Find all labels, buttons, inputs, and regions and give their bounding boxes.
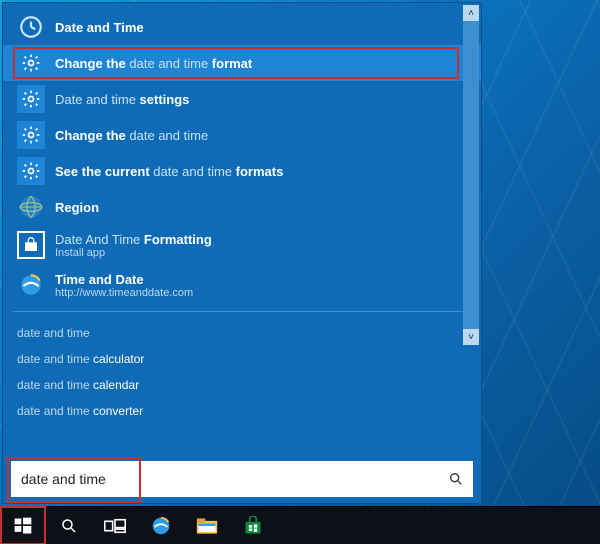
result-label: Change the date and time format bbox=[55, 56, 252, 71]
search-suggestion[interactable]: date and time bbox=[3, 320, 481, 346]
search-result-item[interactable]: Change the date and time bbox=[3, 117, 481, 153]
search-result-item[interactable]: Date and time settings bbox=[3, 81, 481, 117]
clock-icon bbox=[17, 13, 45, 41]
start-button[interactable] bbox=[0, 507, 46, 544]
result-label: Time and Datehttp://www.timeanddate.com bbox=[55, 272, 193, 299]
search-suggestion[interactable]: date and time converter bbox=[3, 398, 481, 424]
search-result-item[interactable]: Date And Time FormattingInstall app bbox=[3, 225, 481, 265]
search-suggestion[interactable]: date and time calendar bbox=[3, 372, 481, 398]
taskbar-explorer-button[interactable] bbox=[184, 507, 230, 544]
scroll-up-button[interactable]: ˄ bbox=[463, 5, 479, 21]
gear-icon bbox=[17, 49, 45, 77]
start-search-panel: Date and Time Change the date and time fo… bbox=[2, 2, 482, 504]
search-icon[interactable] bbox=[439, 462, 473, 496]
taskbar-ie-button[interactable] bbox=[138, 507, 184, 544]
search-suggestion[interactable]: date and time calculator bbox=[3, 346, 481, 372]
search-suggestions: date and timedate and time calculatordat… bbox=[3, 318, 481, 426]
ie-icon bbox=[17, 271, 45, 299]
search-result-item[interactable]: Change the date and time format bbox=[3, 45, 481, 81]
gear-icon bbox=[17, 121, 45, 149]
taskbar bbox=[0, 506, 600, 544]
result-label: Date and time settings bbox=[55, 92, 189, 107]
search-input[interactable] bbox=[11, 462, 439, 496]
gear-icon bbox=[17, 85, 45, 113]
search-results: Date and Time Change the date and time fo… bbox=[3, 3, 481, 459]
taskbar-search-button[interactable] bbox=[46, 507, 92, 544]
search-result-item[interactable]: See the current date and time formats bbox=[3, 153, 481, 189]
result-label: Region bbox=[55, 200, 99, 215]
result-subtitle: Install app bbox=[55, 247, 212, 259]
search-bar[interactable] bbox=[11, 461, 473, 497]
scrollbar[interactable]: ˄ ˅ bbox=[463, 5, 479, 345]
result-label: Date and Time bbox=[55, 20, 144, 35]
search-result-item[interactable]: Region bbox=[3, 189, 481, 225]
separator bbox=[13, 311, 471, 312]
gear-icon bbox=[17, 157, 45, 185]
store-icon bbox=[17, 231, 45, 259]
result-label: Date And Time FormattingInstall app bbox=[55, 232, 212, 259]
result-label: See the current date and time formats bbox=[55, 164, 283, 179]
globe-icon bbox=[17, 193, 45, 221]
scroll-down-button[interactable]: ˅ bbox=[463, 329, 479, 345]
search-result-item[interactable]: Date and Time bbox=[3, 9, 481, 45]
task-view-button[interactable] bbox=[92, 507, 138, 544]
result-subtitle: http://www.timeanddate.com bbox=[55, 287, 193, 299]
taskbar-store-button[interactable] bbox=[230, 507, 276, 544]
result-label: Change the date and time bbox=[55, 128, 208, 143]
search-result-item[interactable]: Time and Datehttp://www.timeanddate.com bbox=[3, 265, 481, 305]
